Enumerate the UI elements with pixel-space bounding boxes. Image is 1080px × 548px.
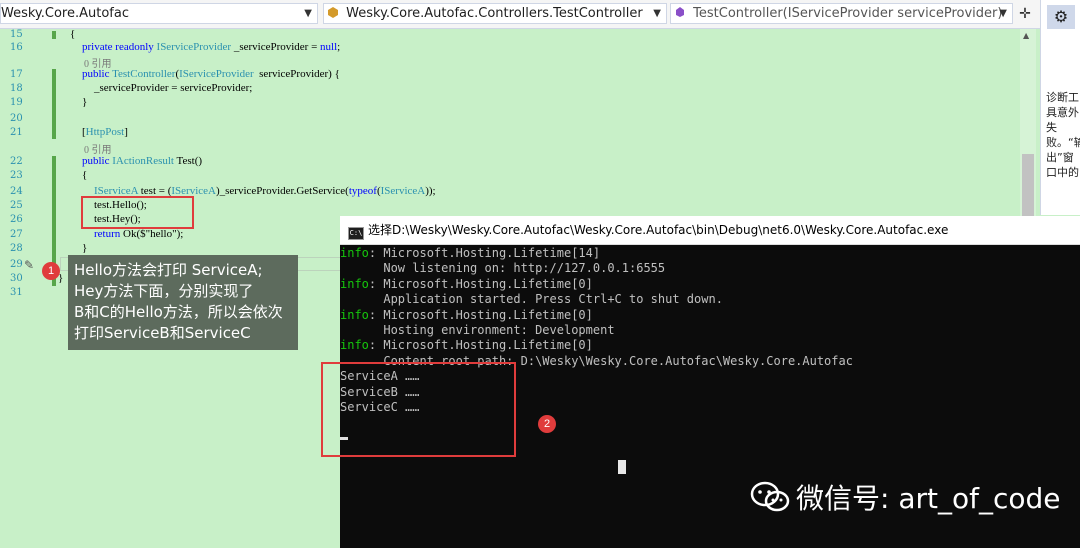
member-dropdown-label: TestController(IServiceProvider serviceP… (693, 6, 1003, 21)
line-number: 16 (10, 42, 23, 53)
line-number: 30 (10, 273, 23, 284)
code-line: { (82, 169, 88, 181)
project-dropdown[interactable]: Wesky.Core.Autofac ▼ (0, 3, 318, 24)
highlight-box-output (321, 362, 516, 457)
code-line: { (70, 28, 76, 40)
code-line: private readonly IServiceProvider _servi… (82, 41, 341, 53)
annotation-badge-2: 2 (538, 415, 556, 433)
chevron-down-icon: ▼ (304, 8, 312, 19)
line-number: 26 (10, 214, 23, 225)
wechat-watermark: 微信号: art_of_code (750, 481, 1061, 517)
highlight-box-hello-hey (81, 196, 194, 229)
member-dropdown[interactable]: TestController(IServiceProvider serviceP… (670, 3, 1013, 24)
line-number: 31 (10, 287, 23, 298)
method-icon (676, 7, 684, 17)
gear-icon[interactable]: ⚙ (1047, 5, 1075, 29)
code-line: } (82, 242, 88, 254)
callout-line: B和C的Hello方法，所以会依次 (74, 303, 283, 321)
change-indicator (52, 31, 56, 39)
annotation-callout: Hello方法会打印 ServiceA; Hey方法下面，分别实现了 B和C的H… (68, 255, 298, 350)
console-line: Microsoft.Hosting.Lifetime[14] (383, 246, 601, 260)
line-number: 27 (10, 229, 23, 240)
line-number: 25 (10, 200, 23, 211)
line-number: 24 (10, 186, 23, 197)
console-icon: C:\ (348, 227, 364, 240)
callout-line: Hello方法会打印 ServiceA; (74, 261, 263, 279)
console-line: Microsoft.Hosting.Lifetime[0] (383, 307, 593, 322)
log-level: info (340, 246, 369, 260)
code-line: return Ok($"hello"); (94, 228, 184, 240)
line-number: 18 (10, 83, 23, 94)
console-line: Microsoft.Hosting.Lifetime[0] (383, 276, 593, 291)
line-number: 28 (10, 243, 23, 254)
diagnostic-message: 诊断工具意外失败。“输出”窗口中的 (1046, 91, 1080, 179)
line-number: 22 (10, 156, 23, 167)
split-window-icon[interactable]: ✛ (1015, 4, 1035, 24)
line-number: 23 (10, 170, 23, 181)
console-line: Hosting environment: Development (383, 322, 615, 337)
chevron-down-icon: ▼ (653, 8, 661, 19)
callout-line: Hey方法下面，分别实现了 (74, 282, 254, 300)
code-line: _serviceProvider = serviceProvider; (94, 82, 253, 94)
console-line: Now listening on: http://127.0.0.1:6555 (383, 261, 666, 276)
reference-count[interactable]: 0 引用 (84, 141, 112, 156)
code-line: public TestController(IServiceProvider s… (82, 68, 340, 80)
line-number: 21 (10, 127, 23, 138)
project-dropdown-label: Wesky.Core.Autofac (1, 6, 129, 21)
class-dropdown-label: Wesky.Core.Autofac.Controllers.TestContr… (346, 6, 643, 21)
line-number: 17 (10, 69, 23, 80)
chevron-down-icon: ▼ (999, 8, 1007, 19)
mouse-caret (618, 460, 626, 474)
class-icon (328, 7, 338, 18)
scroll-up-icon[interactable]: ▲ (1023, 31, 1029, 40)
log-level: info (340, 338, 369, 353)
class-dropdown[interactable]: Wesky.Core.Autofac.Controllers.TestContr… (323, 3, 667, 24)
navigation-bar: Wesky.Core.Autofac ▼ Wesky.Core.Autofac.… (0, 0, 1040, 29)
console-line: Microsoft.Hosting.Lifetime[0] (383, 338, 593, 353)
callout-line: 打印ServiceB和ServiceC (74, 324, 251, 342)
console-title-bar[interactable]: C:\ 选择D:\Wesky\Wesky.Core.Autofac\Wesky.C… (340, 216, 1080, 245)
code-line: [HttpPost] (82, 126, 128, 138)
line-number: 20 (10, 113, 23, 124)
pencil-icon[interactable]: ✎ (24, 258, 34, 272)
annotation-badge-1: 1 (42, 262, 60, 280)
line-number: 15 (10, 29, 23, 40)
log-level: info (340, 307, 369, 322)
watermark-text: 微信号: art_of_code (796, 482, 1061, 515)
line-number: 19 (10, 97, 23, 108)
log-level: info (340, 276, 369, 291)
console-title: 选择D:\Wesky\Wesky.Core.Autofac\Wesky.Core… (368, 223, 949, 237)
code-line: } (82, 96, 88, 108)
wechat-icon (750, 481, 790, 512)
code-line: public IActionResult Test() (82, 155, 203, 167)
console-line: Application started. Press Ctrl+C to shu… (383, 292, 723, 307)
diagnostic-panel: ⚙ 诊断工具意外失败。“输出”窗口中的 (1040, 0, 1080, 215)
change-indicator (52, 69, 56, 139)
